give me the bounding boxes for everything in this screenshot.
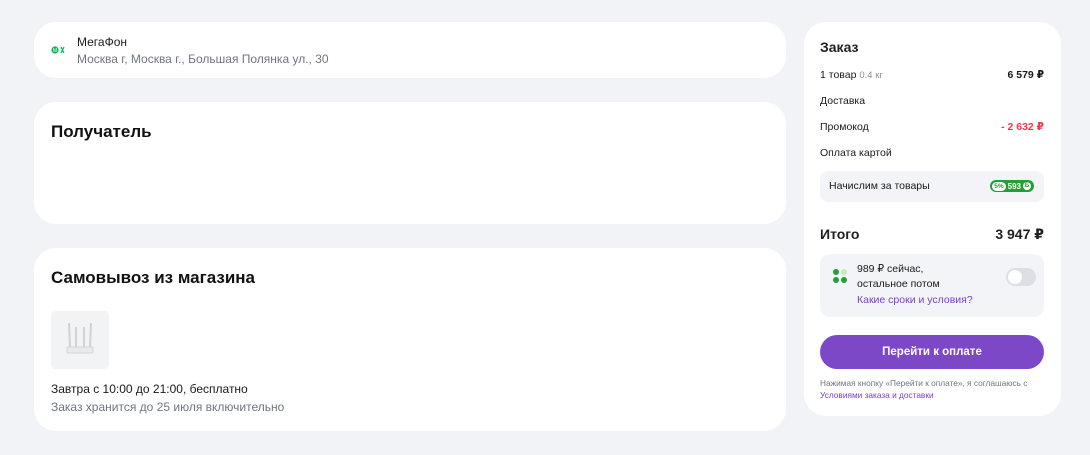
split-now-amount: 989 ₽ сейчас, xyxy=(857,263,924,275)
store-address: Москва г, Москва г., Большая Полянка ул.… xyxy=(77,52,329,66)
items-row-label: 1 товар 0.4 кг xyxy=(820,69,883,81)
order-title: Заказ xyxy=(820,39,859,55)
split-payment-box: 989 ₽ сейчас, остальное потом Какие срок… xyxy=(820,254,1044,317)
items-count: 1 товар xyxy=(820,69,857,81)
recipient-card: Получатель xyxy=(34,102,786,224)
bonus-coin-icon: Б xyxy=(1023,182,1031,190)
bonus-label: Начислим за товары xyxy=(829,180,930,192)
promo-value: - 2 632 ₽ xyxy=(1001,121,1044,133)
bonus-percent: 5% xyxy=(992,181,1006,191)
items-price: 6 579 ₽ xyxy=(1007,69,1045,81)
delivery-label: Доставка xyxy=(820,95,866,107)
split-payment-toggle[interactable] xyxy=(1006,268,1036,286)
go-to-payment-button[interactable]: Перейти к оплате xyxy=(820,335,1044,369)
svg-text:M: M xyxy=(53,48,57,54)
store-name: МегаФон xyxy=(77,35,128,49)
total-label: Итого xyxy=(820,226,860,242)
megafon-logo-icon: M xyxy=(51,46,65,54)
toggle-knob xyxy=(1008,270,1022,284)
bonus-badge: 5% 593 Б xyxy=(990,180,1034,192)
agreement-text: Нажимая кнопку «Перейти к оплате», я сог… xyxy=(820,377,1050,401)
pickup-title: Самовывоз из магазина xyxy=(51,268,255,287)
order-summary-card: Заказ 1 товар 0.4 кг 6 579 ₽ Доставка Пр… xyxy=(804,22,1061,416)
store-card: M МегаФон Москва г, Москва г., Большая П… xyxy=(34,22,786,78)
pickup-time: Завтра с 10:00 до 21:00, бесплатно xyxy=(51,382,248,396)
split-payment-icon xyxy=(833,269,847,283)
total-value: 3 947 ₽ xyxy=(995,226,1044,242)
promo-label: Промокод xyxy=(820,121,869,133)
agreement-prefix: Нажимая кнопку «Перейти к оплате», я сог… xyxy=(820,378,1028,388)
order-terms-link[interactable]: Условиями заказа и доставки xyxy=(820,390,934,400)
product-thumbnail[interactable] xyxy=(51,311,109,369)
items-weight: 0.4 кг xyxy=(859,70,883,81)
split-terms-link[interactable]: Какие сроки и условия? xyxy=(857,294,973,306)
bonus-box: Начислим за товары 5% 593 Б xyxy=(820,171,1044,202)
router-icon xyxy=(66,322,94,354)
card-payment-label: Оплата картой xyxy=(820,147,892,159)
recipient-title: Получатель xyxy=(51,122,152,141)
pickup-card: Самовывоз из магазина Завтра с 10:00 до … xyxy=(34,248,786,431)
split-rest-later: остальное потом xyxy=(857,278,940,290)
bonus-amount: 593 xyxy=(1007,181,1021,191)
pickup-hold-period: Заказ хранится до 25 июля включительно xyxy=(51,400,285,414)
